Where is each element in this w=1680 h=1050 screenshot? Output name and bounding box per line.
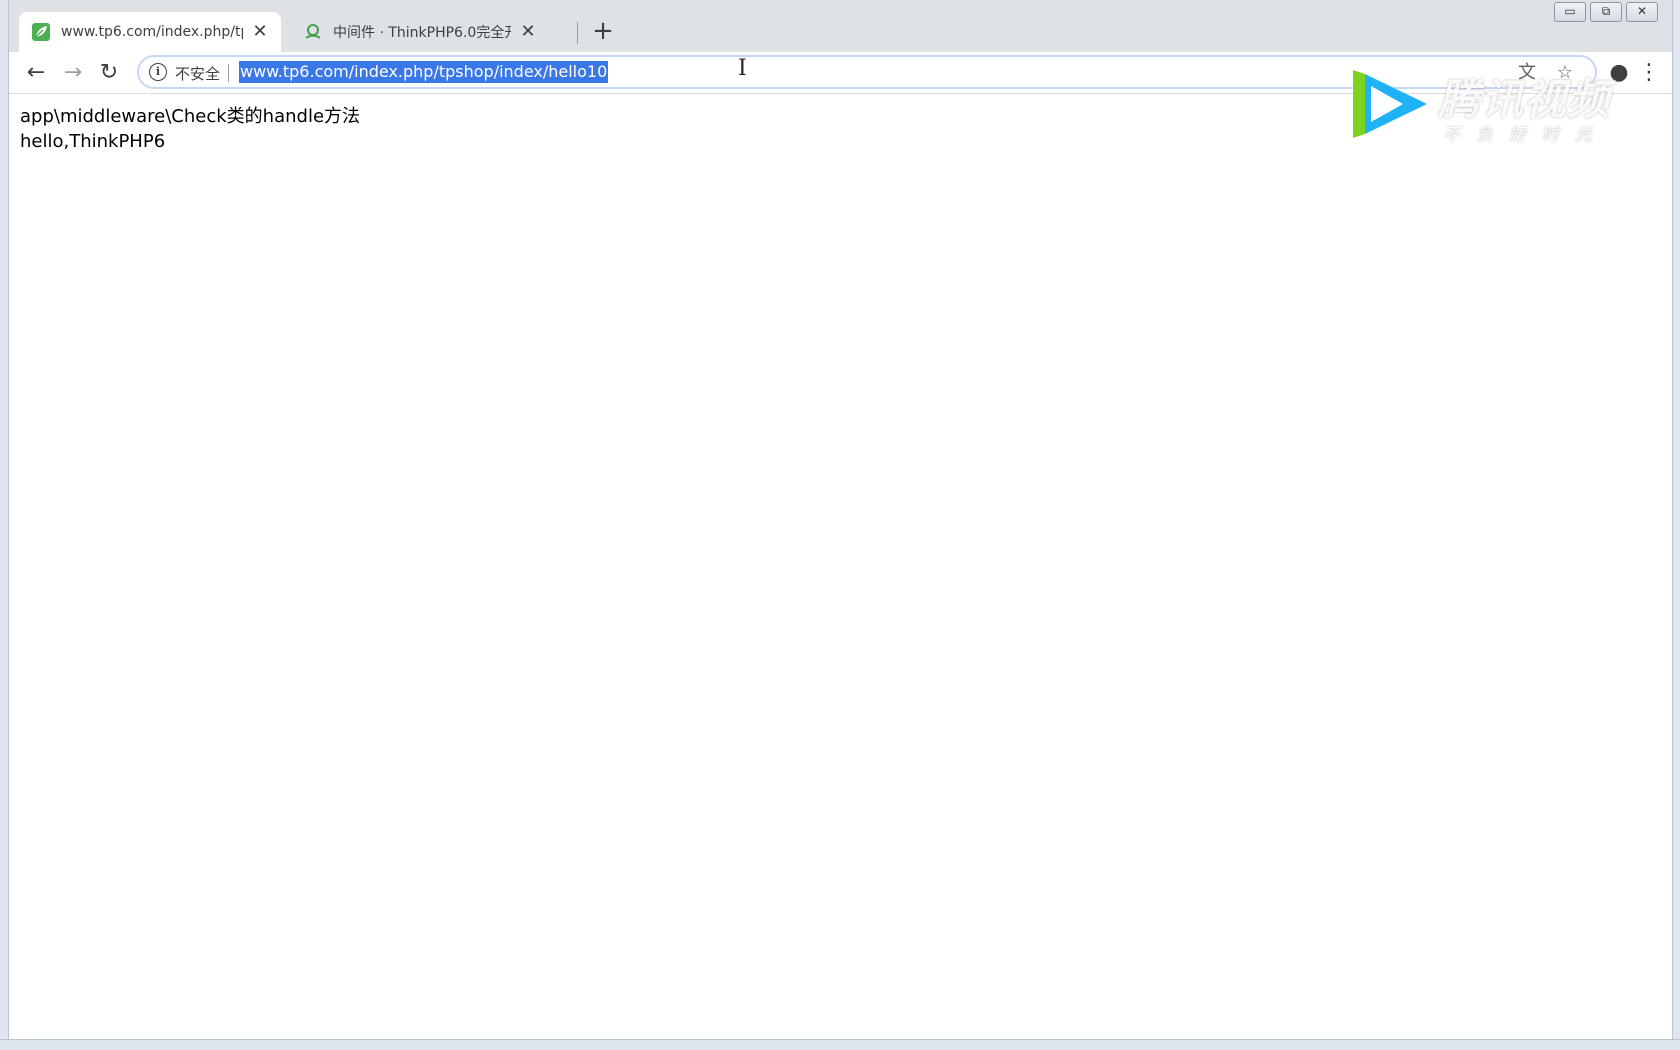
security-label[interactable]: 不安全 bbox=[175, 63, 220, 84]
minimize-button[interactable]: ▭ bbox=[1554, 2, 1586, 22]
window-frame-bottom bbox=[0, 1039, 1680, 1050]
tab-active[interactable]: www.tp6.com/index.php/tpshop/index/hello… bbox=[19, 12, 281, 52]
page-content: app\middleware\Check类的handle方法 hello,Thi… bbox=[20, 104, 360, 154]
watermark-brand: 腾讯视频 bbox=[1438, 75, 1611, 124]
output-line: app\middleware\Check类的handle方法 bbox=[20, 106, 361, 127]
window-frame-right bbox=[1672, 0, 1680, 1050]
tencent-video-watermark: 腾讯视频 不负好时光 bbox=[1343, 62, 1643, 152]
reload-button[interactable]: ↻ bbox=[94, 58, 124, 88]
window-frame-left bbox=[0, 0, 9, 1050]
tab-separator bbox=[577, 22, 578, 44]
back-button[interactable]: ← bbox=[21, 58, 51, 88]
omnibox-divider bbox=[228, 64, 229, 82]
new-tab-button[interactable]: + bbox=[589, 18, 617, 46]
text-cursor-icon: I bbox=[738, 56, 747, 81]
window-controls: ▭ ⧉ ✕ bbox=[1550, 2, 1658, 22]
leaf-icon bbox=[32, 23, 50, 41]
url-text[interactable]: www.tp6.com/index.php/tpshop/index/hello… bbox=[239, 61, 609, 83]
tencent-video-logo-icon bbox=[1353, 70, 1427, 138]
close-window-button[interactable]: ✕ bbox=[1626, 2, 1658, 22]
restore-button[interactable]: ⧉ bbox=[1590, 2, 1622, 22]
tab-title: 中间件 · ThinkPHP6.0完全开发手册 bbox=[333, 25, 511, 41]
tab-strip: www.tp6.com/index.php/tpshop/index/hello… bbox=[9, 0, 1672, 52]
browser-window: www.tp6.com/index.php/tpshop/index/hello… bbox=[0, 0, 1680, 1050]
watermark-slogan: 不负好时光 bbox=[1443, 125, 1608, 145]
tab-inactive[interactable]: 中间件 · ThinkPHP6.0完全开发手册 ✕ bbox=[291, 12, 549, 52]
output-line: hello,ThinkPHP6 bbox=[20, 131, 166, 152]
tab-close-icon[interactable]: ✕ bbox=[519, 23, 537, 41]
forward-button[interactable]: → bbox=[58, 58, 88, 88]
tab-title: www.tp6.com/index.php/tpshop/index/hello… bbox=[61, 24, 243, 40]
kancloud-icon bbox=[305, 24, 321, 39]
info-icon[interactable]: i bbox=[149, 63, 167, 81]
tab-close-icon[interactable]: ✕ bbox=[251, 23, 269, 41]
